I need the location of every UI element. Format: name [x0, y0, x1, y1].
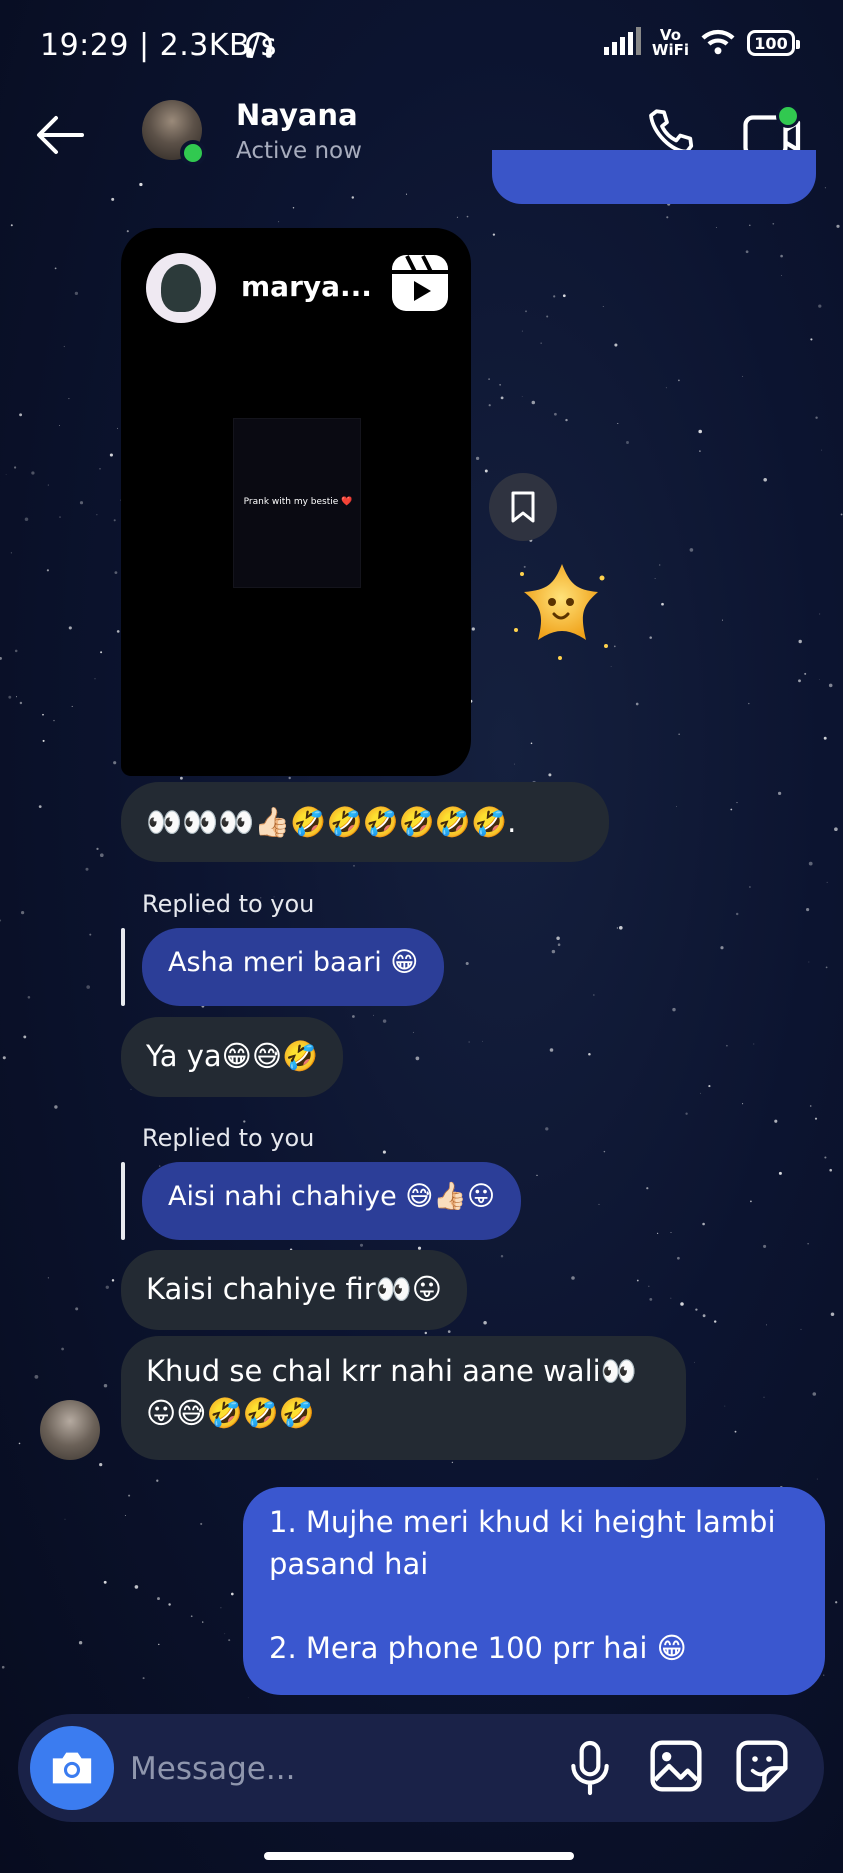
message-line: 1. Mujhe meri khud ki height lambi — [269, 1505, 776, 1539]
reply-label: Replied to you — [142, 1124, 315, 1152]
reply-label: Replied to you — [142, 890, 315, 918]
outgoing-message[interactable]: 1. Mujhe meri khud ki height lambi pasan… — [243, 1487, 825, 1695]
contact-name[interactable]: Nayana — [236, 98, 358, 132]
sender-avatar[interactable] — [40, 1400, 100, 1460]
reply-quote-bar — [121, 1162, 125, 1240]
vowifi-label: Vo WiFi — [651, 26, 689, 59]
headphones-icon — [242, 28, 276, 66]
reel-username[interactable]: marya... — [241, 270, 372, 303]
image-icon — [650, 1740, 702, 1792]
online-indicator — [180, 140, 206, 166]
contact-status: Active now — [236, 138, 362, 164]
reels-icon — [389, 252, 451, 314]
reel-thumbnail[interactable]: Prank with my bestie ❤️ — [233, 418, 361, 588]
reel-caption: Prank with my bestie ❤️ — [243, 497, 353, 507]
message-input[interactable] — [130, 1746, 530, 1792]
shared-reel-card[interactable]: marya... Prank with my bestie ❤️ — [121, 228, 471, 776]
camera-icon — [52, 1752, 92, 1784]
wish-star-sticker — [502, 550, 622, 670]
message-line: pasand hai — [269, 1547, 429, 1581]
message-line: 😛😅🤣🤣🤣 — [146, 1396, 315, 1430]
message-line: Khud se chal krr nahi aane wali👀 — [146, 1354, 637, 1388]
arrow-left-icon — [37, 116, 84, 154]
incoming-message[interactable]: 👀👀👀👍🏻🤣🤣🤣🤣🤣🤣. — [121, 782, 609, 862]
home-indicator[interactable] — [264, 1852, 574, 1860]
back-button[interactable] — [30, 105, 90, 165]
sticker-button[interactable] — [734, 1738, 790, 1794]
microphone-icon — [571, 1740, 609, 1796]
camera-button[interactable] — [30, 1726, 114, 1810]
incoming-message[interactable]: Ya ya😁😅🤣 — [121, 1017, 344, 1097]
outgoing-bubble-partial — [492, 150, 816, 204]
quoted-message[interactable]: Asha meri baari 😁 — [142, 928, 445, 1006]
reel-user-avatar[interactable] — [146, 253, 216, 323]
microphone-button[interactable] — [565, 1738, 615, 1798]
message-line-blank — [269, 1585, 799, 1627]
battery-indicator: 100 — [747, 30, 800, 56]
quoted-message[interactable]: Aisi nahi chahiye 😅👍🏻😛 — [142, 1162, 522, 1240]
gallery-button[interactable] — [648, 1738, 704, 1794]
message-line: 2. Mera phone 100 prr hai 😁 — [269, 1631, 687, 1665]
incoming-message[interactable]: Kaisi chahiye fir👀😛 — [121, 1250, 468, 1330]
sticker-icon — [736, 1740, 788, 1792]
video-online-dot — [776, 104, 800, 128]
incoming-message[interactable]: Khud se chal krr nahi aane wali👀 😛😅🤣🤣🤣 — [121, 1336, 686, 1460]
status-icons: Vo WiFi 100 — [602, 26, 800, 60]
save-reel-button[interactable] — [489, 473, 557, 541]
wifi-icon — [699, 26, 737, 60]
reply-quote-bar — [121, 928, 125, 1006]
bookmark-icon — [511, 491, 535, 523]
signal-icon — [602, 27, 642, 59]
